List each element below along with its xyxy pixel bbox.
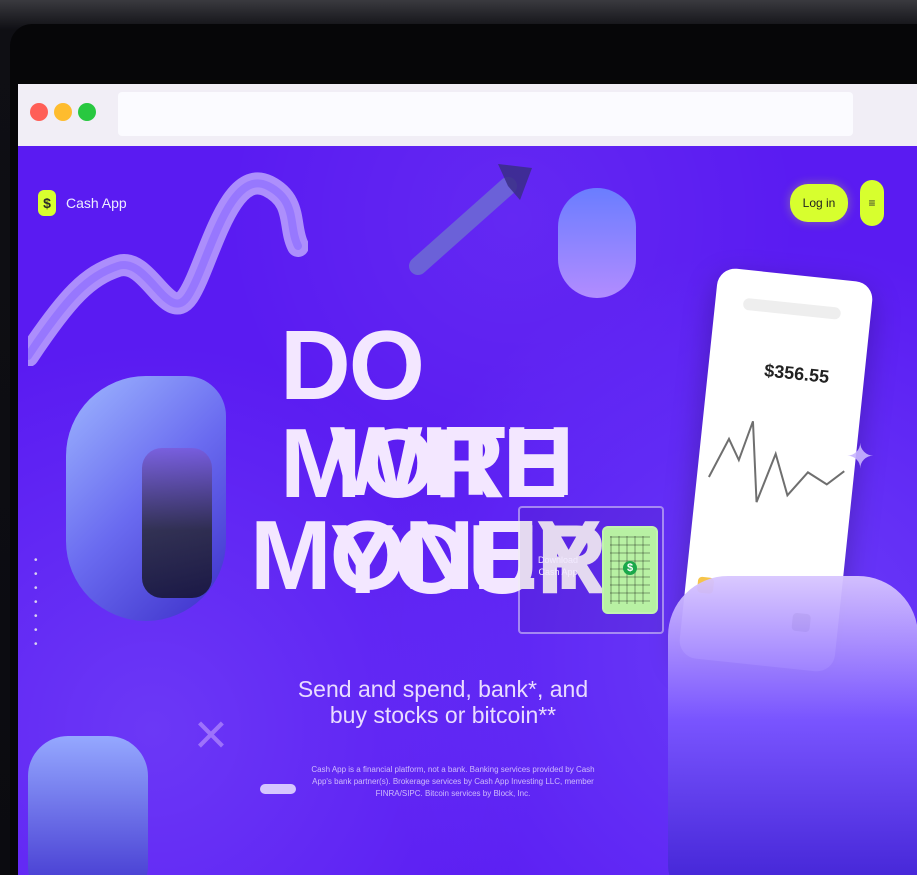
hero-subheadline: Send and spend, bank*, and buy stocks or… <box>297 676 589 728</box>
squiggle-svg <box>18 172 309 367</box>
bottom-right-sculpture <box>668 576 917 875</box>
fine-print: Cash App is a financial platform, not a … <box>311 765 595 798</box>
brand-label: Cash App <box>66 195 127 211</box>
brand[interactable]: $ Cash App <box>38 190 127 216</box>
minimize-dot[interactable] <box>54 103 72 121</box>
small-pill-decoration <box>260 784 296 794</box>
qr-download-card[interactable]: Download Cash App <box>518 506 664 634</box>
login-button[interactable]: Log in <box>790 184 848 222</box>
arrow-decoration <box>408 156 538 276</box>
address-bar[interactable] <box>118 92 853 136</box>
arrow-svg <box>409 164 532 275</box>
cash-app-logo-icon: $ <box>38 190 56 216</box>
left-dots-decoration: • • • • • • • <box>34 555 38 650</box>
pie-sculpture-decoration <box>66 376 226 621</box>
qr-label: Download Cash App <box>537 555 579 577</box>
sparkle-decoration: ✦ <box>846 438 875 476</box>
bottom-left-sculpture <box>28 736 148 875</box>
zoom-dot[interactable] <box>78 103 96 121</box>
x-decoration: × <box>194 702 228 767</box>
qr-code-icon <box>602 526 658 614</box>
web-page: $ Cash App Log in ≡ DO MORE WITH YOUR MO… <box>18 146 917 875</box>
menu-button[interactable]: ≡ <box>860 180 884 226</box>
orb-decoration <box>558 188 636 298</box>
menu-icon: ≡ <box>868 196 876 210</box>
squiggle-decoration <box>18 156 309 367</box>
close-dot[interactable] <box>30 103 48 121</box>
